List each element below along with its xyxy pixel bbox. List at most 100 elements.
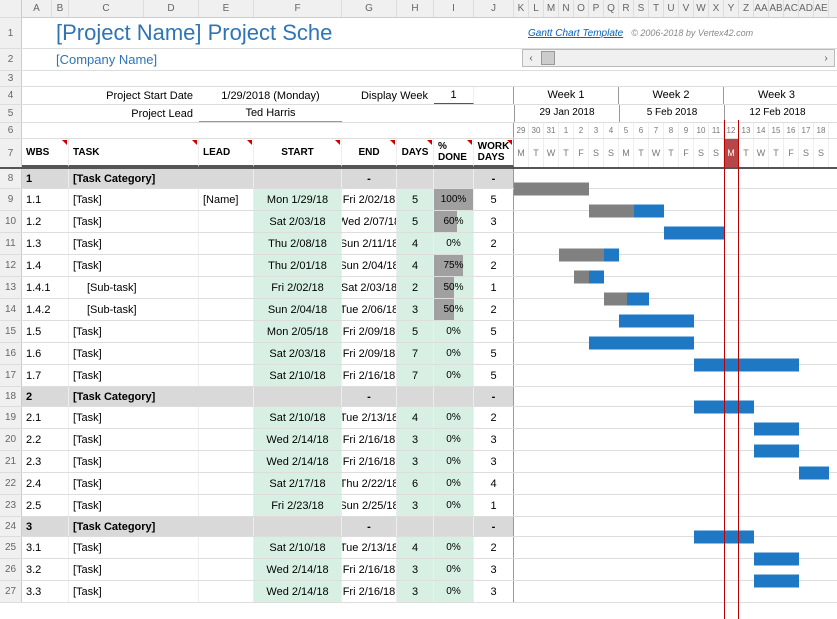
task-name-cell[interactable]: [Task Category] [69,387,254,406]
work-days-cell[interactable]: 3 [474,211,514,232]
wbs-cell[interactable]: 2.4 [22,473,69,494]
wbs-cell[interactable]: 1.7 [22,365,69,386]
lead-cell[interactable] [199,233,254,254]
gantt-bar[interactable] [694,359,799,372]
days-cell[interactable]: 7 [397,343,434,364]
end-date-cell[interactable]: Fri 2/16/18 [342,365,397,386]
column-header[interactable]: P [589,0,604,17]
task-name-cell[interactable]: [Task] [69,559,199,580]
column-header[interactable]: Z [739,0,754,17]
row-header[interactable]: 7 [0,139,22,167]
pct-done-cell[interactable]: 60% [434,211,474,232]
page-title[interactable]: [Project Name] Project Schedule [52,18,332,48]
header-task[interactable]: TASK [69,139,199,167]
wbs-cell[interactable]: 1.5 [22,321,69,342]
start-date-value[interactable]: 1/29/2018 (Monday) [199,87,342,104]
row-header[interactable]: 20 [0,429,22,450]
gantt-bar[interactable] [619,315,694,328]
end-date-cell[interactable]: Tue 2/13/18 [342,407,397,428]
header-end[interactable]: END [342,139,397,167]
column-header[interactable]: M [544,0,559,17]
end-date-cell[interactable]: Fri 2/16/18 [342,429,397,450]
start-date-cell[interactable]: Wed 2/14/18 [254,429,342,450]
row-header[interactable]: 1 [0,18,22,48]
end-date-cell[interactable]: Fri 2/16/18 [342,581,397,602]
start-date-cell[interactable]: Sat 2/03/18 [254,211,342,232]
start-date-cell[interactable]: Fri 2/23/18 [254,495,342,516]
days-cell[interactable]: 5 [397,321,434,342]
column-header[interactable]: L [529,0,544,17]
column-header[interactable]: C [69,0,144,17]
wbs-cell[interactable]: 1.6 [22,343,69,364]
row-header[interactable]: 12 [0,255,22,276]
days-cell[interactable]: 3 [397,451,434,472]
pct-done-cell[interactable]: 0% [434,495,474,516]
row-header[interactable]: 11 [0,233,22,254]
row-header[interactable]: 4 [0,87,22,104]
task-name-cell[interactable]: [Task] [69,321,199,342]
work-days-cell[interactable]: 3 [474,429,514,450]
header-work-days[interactable]: WORK DAYS [474,139,514,167]
column-header[interactable]: T [649,0,664,17]
gantt-bar[interactable] [664,227,724,240]
column-header[interactable]: R [619,0,634,17]
task-name-cell[interactable]: [Task] [69,255,199,276]
start-date-cell[interactable]: Mon 2/05/18 [254,321,342,342]
work-days-cell[interactable]: 2 [474,233,514,254]
wbs-cell[interactable]: 2 [22,387,69,406]
end-date-cell[interactable]: Fri 2/09/18 [342,343,397,364]
work-days-cell[interactable]: 3 [474,559,514,580]
column-header[interactable]: V [679,0,694,17]
row-header[interactable]: 16 [0,343,22,364]
column-header[interactable]: B [52,0,69,17]
wbs-cell[interactable]: 3.2 [22,559,69,580]
days-cell[interactable]: 5 [397,189,434,210]
days-cell[interactable]: 3 [397,495,434,516]
task-name-cell[interactable]: [Task] [69,473,199,494]
task-name-cell[interactable]: [Task] [69,189,199,210]
days-cell[interactable]: 6 [397,473,434,494]
start-date-cell[interactable]: Sat 2/10/18 [254,537,342,558]
header-lead[interactable]: LEAD [199,139,254,167]
row-header[interactable]: 14 [0,299,22,320]
work-days-cell[interactable]: 2 [474,299,514,320]
gantt-bar[interactable] [604,293,649,306]
wbs-cell[interactable]: 3.1 [22,537,69,558]
work-days-cell[interactable]: 3 [474,451,514,472]
column-header[interactable]: AA [754,0,769,17]
gantt-bar[interactable] [754,423,799,436]
pct-done-cell[interactable]: 0% [434,321,474,342]
template-link[interactable]: Gantt Chart Template [528,28,623,39]
lead-cell[interactable] [199,365,254,386]
row-header[interactable]: 5 [0,105,22,122]
start-date-cell[interactable]: Wed 2/14/18 [254,581,342,602]
column-header[interactable]: W [694,0,709,17]
start-date-cell[interactable]: Thu 2/08/18 [254,233,342,254]
start-date-cell[interactable]: Sun 2/04/18 [254,299,342,320]
wbs-cell[interactable]: 1.3 [22,233,69,254]
days-cell[interactable]: 2 [397,277,434,298]
row-header[interactable]: 8 [0,169,22,188]
pct-done-cell[interactable]: 0% [434,559,474,580]
lead-cell[interactable] [199,559,254,580]
gantt-bar[interactable] [589,205,664,218]
pct-done-cell[interactable]: 0% [434,451,474,472]
lead-cell[interactable] [199,343,254,364]
wbs-cell[interactable]: 2.2 [22,429,69,450]
lead-cell[interactable] [199,581,254,602]
column-header[interactable]: A [22,0,52,17]
column-header[interactable]: K [514,0,529,17]
gantt-bar[interactable] [514,183,589,196]
days-cell[interactable]: 3 [397,581,434,602]
lead-cell[interactable] [199,451,254,472]
end-date-cell[interactable]: Sun 2/04/18 [342,255,397,276]
row-header[interactable]: 25 [0,537,22,558]
work-days-cell[interactable]: 1 [474,277,514,298]
task-name-cell[interactable]: [Task] [69,451,199,472]
column-header[interactable]: N [559,0,574,17]
scroll-right-button[interactable]: › [818,53,834,64]
pct-done-cell[interactable]: 0% [434,581,474,602]
work-days-cell[interactable]: 5 [474,365,514,386]
task-name-cell[interactable]: [Task] [69,537,199,558]
column-header[interactable]: J [474,0,514,17]
